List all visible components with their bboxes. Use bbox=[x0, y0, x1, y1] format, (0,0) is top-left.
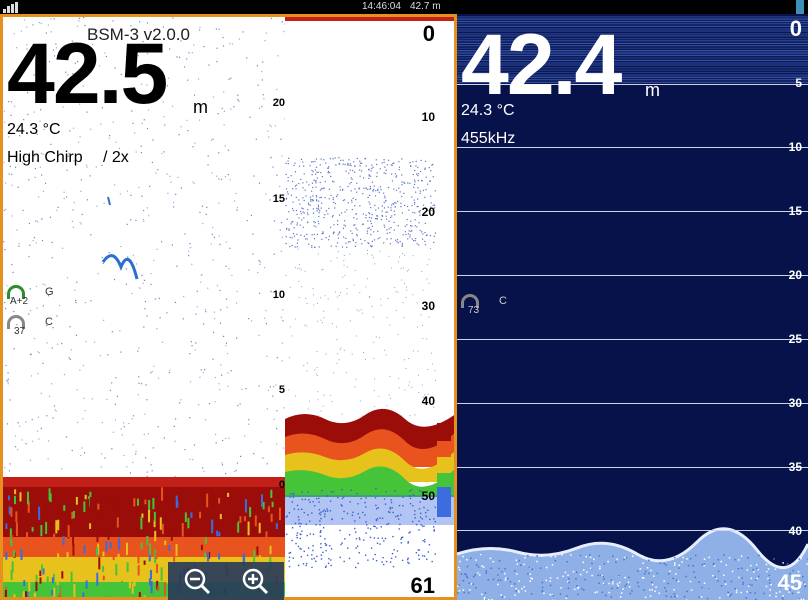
ds-scale-10: 10 bbox=[788, 140, 802, 154]
range-bottom: 61 bbox=[410, 573, 435, 598]
status-bar: 14:46:04 42.7 m bbox=[0, 0, 808, 14]
depth-scale-20: 20 bbox=[421, 205, 435, 219]
frequency-mode: High Chirp bbox=[7, 149, 83, 166]
zoom-factor: / 2x bbox=[103, 149, 129, 166]
gridline-25 bbox=[457, 339, 808, 340]
ds-scale-0: 0 bbox=[789, 16, 802, 41]
ds-depth-readout: 42.4 bbox=[461, 17, 622, 113]
gridline-20 bbox=[457, 275, 808, 276]
zoom-scale-0: 0 bbox=[278, 479, 285, 491]
contrast-gauge-icon: 37 bbox=[7, 315, 25, 337]
depth-scale-40: 40 bbox=[421, 394, 435, 408]
ds-contrast-suffix: C bbox=[499, 295, 507, 307]
zoom-scale-5: 5 bbox=[278, 384, 285, 396]
status-depth: 42.7 m bbox=[410, 1, 441, 12]
zoom-scale-10: 10 bbox=[272, 289, 285, 301]
contrast-control[interactable]: 37 C bbox=[7, 315, 53, 337]
gridline-30 bbox=[457, 403, 808, 404]
zoom-toolbar bbox=[168, 562, 284, 600]
zoom-in-icon bbox=[242, 568, 269, 595]
ds-scale-25: 25 bbox=[788, 332, 802, 346]
contrast-suffix: C bbox=[45, 316, 53, 328]
gridline-15 bbox=[457, 211, 808, 212]
gain-control[interactable]: A+2 G bbox=[7, 285, 54, 307]
zoom-out-button[interactable] bbox=[180, 566, 214, 596]
signal-icon bbox=[3, 2, 18, 13]
color-scale-bar bbox=[437, 423, 451, 441]
ds-temperature: 24.3 °C bbox=[461, 102, 515, 119]
zoom-out-icon bbox=[184, 568, 211, 595]
ds-scale-15: 15 bbox=[788, 204, 802, 218]
temperature-readout: 24.3 °C bbox=[7, 121, 61, 138]
depth-scale-30: 30 bbox=[421, 299, 435, 313]
depth-scale-50: 50 bbox=[421, 489, 435, 503]
chirp-sonar-panel[interactable]: BSM-3 v2.0.0 42.5 m 24.3 °C High Chirp /… bbox=[0, 14, 457, 600]
gridline-35 bbox=[457, 467, 808, 468]
status-time: 14:46:04 bbox=[362, 1, 401, 12]
depth-scale-0: 0 bbox=[422, 21, 435, 46]
gridline-40 bbox=[457, 530, 808, 531]
depth-readout: 42.5 bbox=[7, 26, 168, 122]
ds-scale-35: 35 bbox=[788, 460, 802, 474]
ds-scale-40: 40 bbox=[788, 524, 802, 538]
ds-range-bottom: 45 bbox=[777, 570, 802, 595]
zoom-in-button[interactable] bbox=[238, 566, 272, 596]
depth-unit: m bbox=[193, 97, 208, 117]
gain-suffix: G bbox=[45, 286, 54, 298]
gain-gauge-icon: A+2 bbox=[7, 285, 28, 307]
ds-depth-unit: m bbox=[645, 80, 660, 100]
ds-scale-20: 20 bbox=[788, 268, 802, 282]
downscan-panel[interactable]: 0 5 10 15 20 25 30 35 40 45 42.4 m 24.3 … bbox=[457, 14, 808, 600]
zoom-scale-15: 15 bbox=[272, 193, 285, 205]
ds-contrast-control[interactable]: 73 C bbox=[461, 294, 507, 316]
zoom-scale-20: 20 bbox=[272, 97, 285, 109]
menu-tab-icon[interactable] bbox=[796, 0, 804, 14]
depth-scale-10: 10 bbox=[421, 110, 435, 124]
ds-contrast-gauge-icon: 73 bbox=[461, 294, 479, 316]
ds-frequency: 455kHz bbox=[461, 130, 516, 147]
ds-scale-5: 5 bbox=[795, 76, 802, 90]
ds-scale-30: 30 bbox=[788, 396, 802, 410]
